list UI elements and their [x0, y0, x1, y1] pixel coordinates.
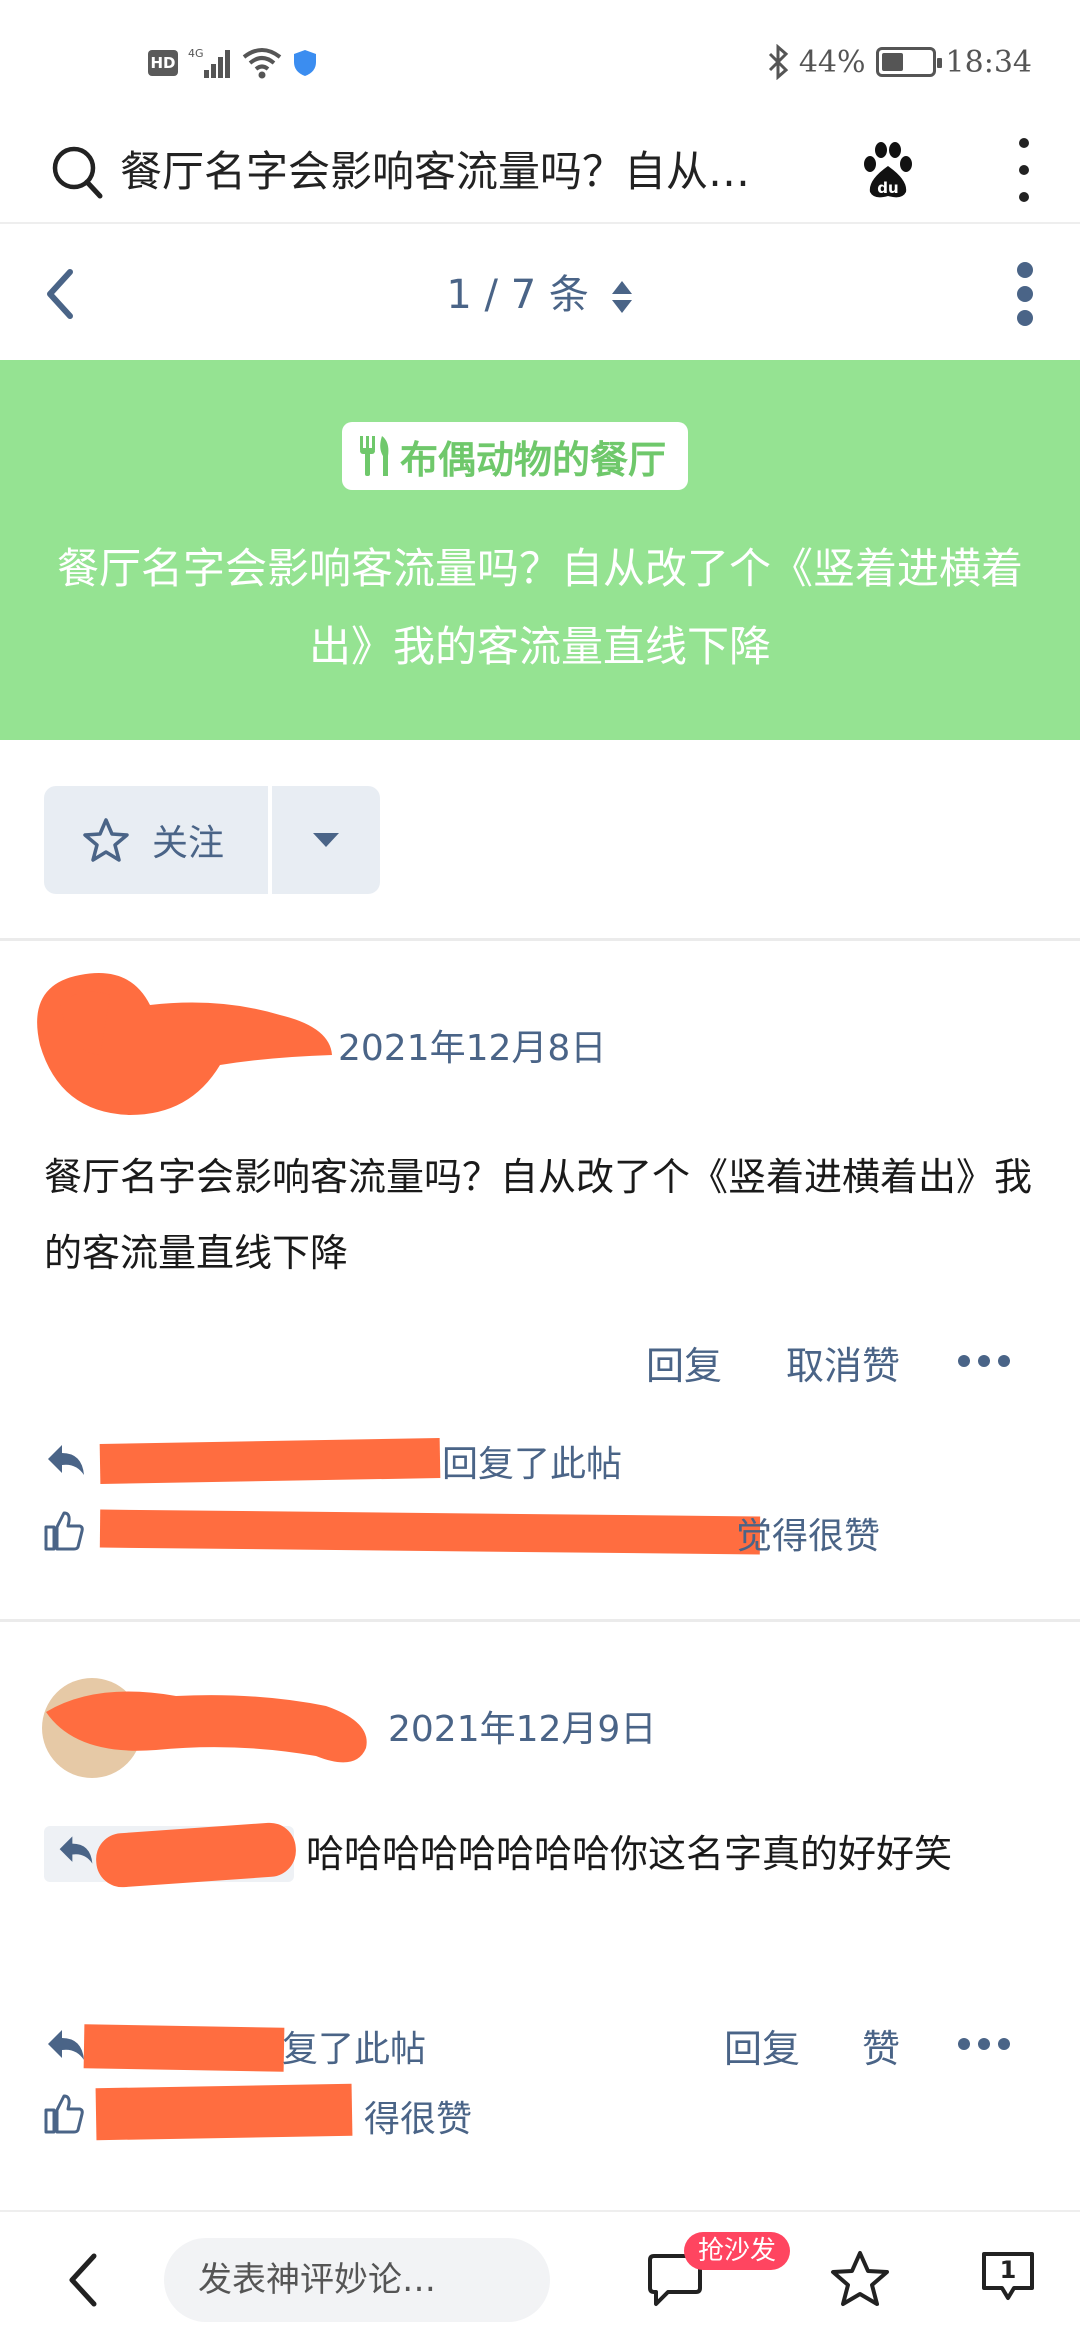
back-icon[interactable]	[64, 2250, 104, 2310]
post-body: 哈哈哈哈哈哈哈哈你这名字真的好好笑	[306, 1832, 953, 1876]
replied-suffix: 回复了此帖	[442, 1444, 623, 1485]
redacted-liker-names	[99, 1509, 761, 1555]
page-indicator-text: 1 / 7 条	[446, 272, 589, 318]
thumbs-up-icon	[44, 1511, 84, 1551]
clock: 18:34	[945, 44, 1032, 80]
redacted-avatar	[42, 1678, 367, 1778]
post-item: 2021年12月8日 餐厅名字会影响客流量吗？自从改了个《竖着进横着出》我的客流…	[0, 941, 1080, 1619]
search-bar[interactable]: 餐厅名字会影响客流量吗？自从… du	[0, 120, 1080, 224]
post-date: 2021年12月9日	[388, 1709, 657, 1750]
more-options-icon[interactable]	[1012, 138, 1036, 202]
wifi-icon	[242, 48, 282, 79]
shield-icon	[294, 50, 316, 76]
page-indicator[interactable]: 1 / 7 条	[0, 262, 1080, 320]
liked-suffix: 得很赞	[364, 2099, 473, 2140]
follow-button[interactable]: 关注	[44, 786, 268, 894]
battery-tip	[936, 58, 942, 68]
svg-text:du: du	[877, 179, 898, 197]
post-body: 餐厅名字会影响客流量吗？自从改了个《竖着进横着出》我的客流量直线下降	[44, 1155, 1033, 1275]
follow-dropdown-button[interactable]	[272, 786, 380, 894]
pages-icon[interactable]: 1	[980, 2248, 1036, 2304]
status-right: 44% 18:34	[767, 44, 1032, 80]
baidu-paw-icon[interactable]: du	[860, 140, 916, 202]
reply-arrow-icon	[48, 1445, 84, 1475]
sofa-badge: 抢沙发	[684, 2232, 791, 2270]
cellular-signal-icon: 4G	[188, 47, 230, 78]
redacted-replier-names	[99, 1438, 441, 1484]
post-more-icon[interactable]	[958, 2038, 1010, 2050]
caret-down-icon	[313, 833, 339, 847]
post-item: 2021年12月9日 哈哈哈哈哈哈哈哈你这名字真的好好笑 复了此帖 回复 赞 得…	[0, 1622, 1080, 2210]
status-left: HD 4G	[148, 46, 318, 80]
battery-icon	[875, 47, 942, 77]
thumbs-up-icon	[44, 2094, 84, 2134]
comment-input[interactable]: 发表神评妙论…	[164, 2238, 550, 2322]
search-icon[interactable]	[50, 142, 106, 202]
like-button[interactable]: 赞	[862, 2018, 900, 2073]
reply-button[interactable]: 回复	[646, 1335, 722, 1390]
thread-title: 餐厅名字会影响客流量吗？自从改了个《竖着进横着出》我的客流量直线下降	[56, 544, 1023, 671]
bottom-bar: 发表神评妙论… 抢沙发 1	[0, 2210, 1080, 2340]
sort-arrows-icon	[611, 281, 632, 313]
thread-nav-bar: 1 / 7 条	[0, 226, 1080, 360]
search-query[interactable]: 餐厅名字会影响客流量吗？自从…	[120, 142, 850, 202]
reply-button[interactable]: 回复	[724, 2018, 800, 2073]
follow-controls: 关注	[44, 786, 380, 894]
reply-arrow-icon	[48, 2030, 84, 2060]
svg-text:4G: 4G	[188, 47, 204, 60]
status-bar: HD 4G 44% 18:34	[0, 0, 1080, 120]
battery-percent: 44%	[798, 44, 866, 80]
post-date: 2021年12月8日	[338, 1028, 607, 1069]
pages-count: 1	[999, 2256, 1017, 2284]
follow-label: 关注	[152, 823, 225, 864]
redacted-avatar	[37, 973, 332, 1115]
thread-banner: 布偶动物的餐厅 餐厅名字会影响客流量吗？自从改了个《竖着进横着出》我的客流量直线…	[0, 360, 1080, 740]
star-outline-icon	[83, 818, 129, 862]
favorite-star-icon[interactable]	[830, 2250, 890, 2308]
unlike-button[interactable]: 取消赞	[786, 1335, 900, 1390]
post-more-icon[interactable]	[958, 1355, 1010, 1367]
liked-suffix: 觉得很赞	[736, 1516, 881, 1557]
hd-badge: HD	[148, 50, 178, 76]
redacted-replier-names	[83, 2024, 285, 2072]
redacted-liker-names	[95, 2083, 353, 2141]
fork-knife-icon	[360, 436, 389, 476]
bluetooth-icon	[768, 44, 789, 80]
battery-fill	[881, 53, 903, 71]
replied-suffix: 复了此帖	[282, 2029, 427, 2070]
forum-tag[interactable]: 布偶动物的餐厅	[342, 422, 689, 490]
thread-more-icon[interactable]	[1014, 262, 1036, 326]
forum-name: 布偶动物的餐厅	[400, 437, 667, 482]
